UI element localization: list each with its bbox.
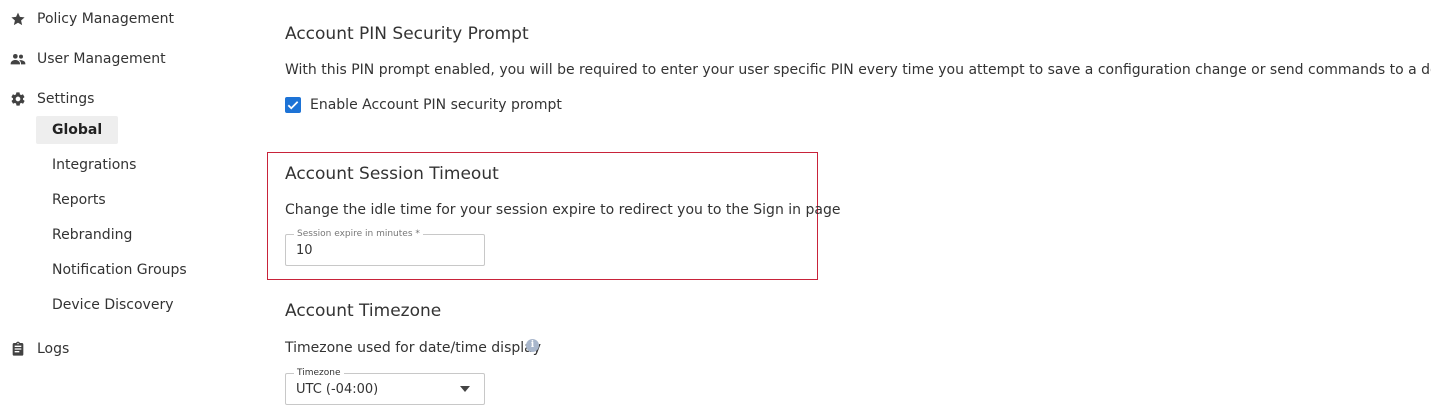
- sidebar-subitem-rebranding[interactable]: Rebranding: [36, 221, 148, 249]
- sidebar-subitem-notification-groups[interactable]: Notification Groups: [36, 256, 203, 284]
- sidebar-subitem-global[interactable]: Global: [36, 116, 119, 144]
- sidebar-item-settings[interactable]: Settings: [10, 88, 94, 110]
- pin-checkbox-row[interactable]: Enable Account PIN security prompt: [285, 97, 562, 113]
- sidebar-subitem-reports[interactable]: Reports: [36, 186, 122, 214]
- chevron-down-icon[interactable]: [460, 386, 470, 392]
- session-expire-label: Session expire in minutes *: [294, 229, 423, 239]
- sidebar-subitem-integrations[interactable]: Integrations: [36, 151, 152, 179]
- users-icon: [10, 51, 26, 67]
- session-expire-field[interactable]: Session expire in minutes * 10: [285, 229, 485, 266]
- timezone-label: Timezone: [294, 368, 344, 378]
- sidebar: Policy Management User Management Settin…: [0, 0, 250, 415]
- pin-checkbox-label: Enable Account PIN security prompt: [310, 97, 562, 113]
- clipboard-icon: [10, 341, 26, 357]
- sidebar-item-label: Policy Management: [37, 11, 174, 27]
- main-content: Account PIN Security Prompt With this PI…: [285, 0, 1431, 415]
- sidebar-item-logs[interactable]: Logs: [10, 338, 69, 360]
- sidebar-subitem-device-discovery[interactable]: Device Discovery: [36, 291, 190, 319]
- sidebar-item-label: Logs: [37, 341, 70, 357]
- session-section-description: Change the idle time for your session ex…: [285, 202, 841, 218]
- timezone-section-description: Timezone used for date/time display: [285, 340, 542, 356]
- gear-icon: [10, 91, 26, 107]
- sidebar-item-label: Settings: [37, 91, 95, 107]
- pin-section-title: Account PIN Security Prompt: [285, 24, 529, 44]
- info-icon[interactable]: i: [526, 339, 539, 352]
- timezone-value: UTC (-04:00): [296, 382, 379, 397]
- timezone-section-title: Account Timezone: [285, 301, 442, 321]
- sidebar-item-user-management[interactable]: User Management: [10, 48, 166, 70]
- sidebar-item-policy-management[interactable]: Policy Management: [10, 8, 174, 30]
- timezone-select[interactable]: Timezone UTC (-04:00): [285, 368, 485, 405]
- pin-checkbox[interactable]: [285, 97, 301, 113]
- star-icon: [10, 11, 26, 27]
- pin-section-description: With this PIN prompt enabled, you will b…: [285, 62, 1431, 78]
- session-section-title: Account Session Timeout: [285, 164, 499, 184]
- session-expire-value: 10: [296, 243, 313, 258]
- sidebar-item-label: User Management: [37, 51, 166, 67]
- checkmark-icon: [287, 101, 299, 110]
